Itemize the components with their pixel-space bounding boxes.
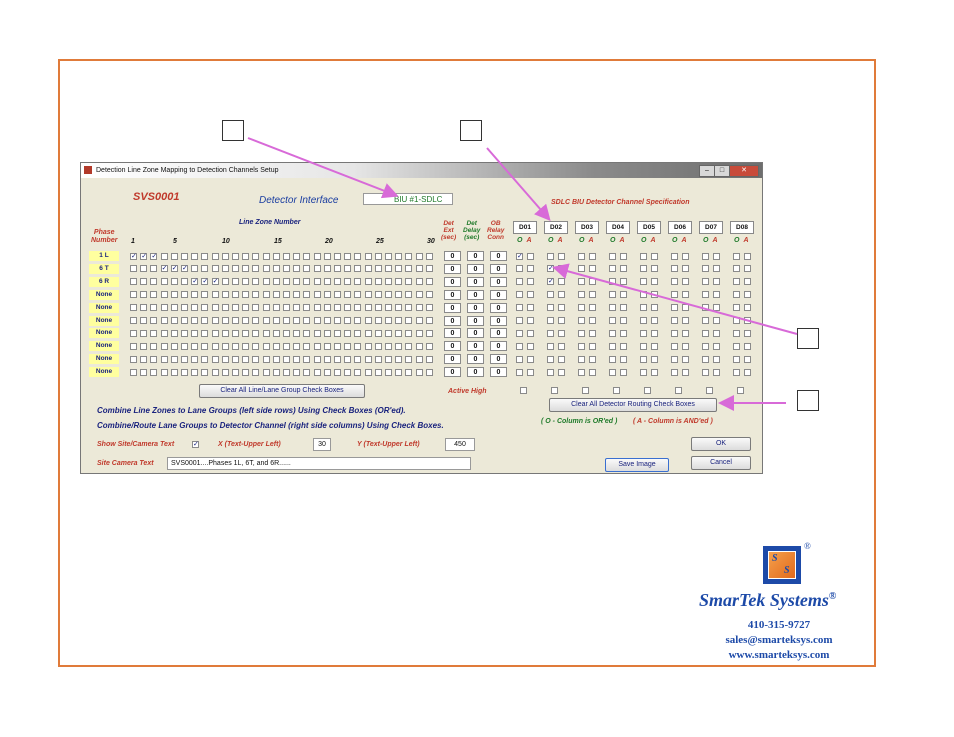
logo-letter-bottom: S	[784, 565, 790, 576]
logo-inner-square: S S	[768, 551, 796, 579]
company-name: SmarTek Systems®	[699, 590, 836, 611]
arrow-3	[552, 263, 798, 335]
arrow-1	[247, 137, 399, 199]
company-phone: 410-315-9727	[747, 619, 811, 631]
logo-letter-top: S	[772, 553, 778, 564]
company-email[interactable]: sales@smarteksys.com	[704, 634, 854, 646]
company-registered-mark: ®	[828, 591, 837, 602]
smartek-logo: S S	[763, 546, 801, 584]
company-website[interactable]: www.smarteksys.com	[704, 649, 854, 661]
company-name-text: SmarTek Systems	[699, 590, 829, 610]
arrow-2	[486, 147, 551, 222]
logo-registered-mark: ®	[804, 541, 811, 551]
